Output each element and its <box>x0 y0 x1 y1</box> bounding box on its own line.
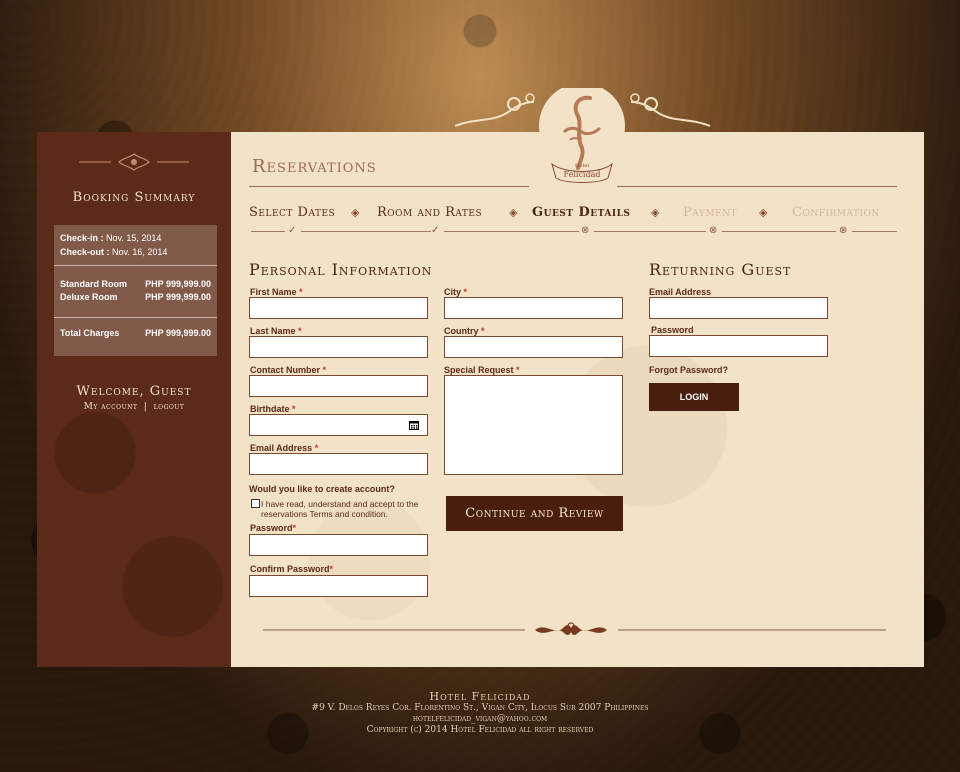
step-rule <box>594 231 706 232</box>
title-rule <box>617 186 897 187</box>
account-links: My account | logout <box>37 402 231 412</box>
login-button[interactable]: LOGIN <box>649 383 739 411</box>
checkout-label: Check-out : <box>60 247 110 257</box>
check-icon: ✓ <box>431 225 440 236</box>
login-password-label: Password <box>651 325 694 335</box>
last-name-label: Last Name * <box>250 326 302 336</box>
checkin-value: Nov. 15, 2014 <box>106 233 162 243</box>
footer-copyright: Copyright (c) 2014 Hotel Felicidad all r… <box>366 725 594 735</box>
progress-steps: Select Dates ◈ Room and Rates ◈ Guest De… <box>249 205 909 241</box>
personal-info-heading: Personal Information <box>249 260 433 279</box>
room-price: PHP 999,999.00 <box>145 292 211 302</box>
bottom-ornament-icon <box>263 622 886 635</box>
total-value: PHP 999,999.00 <box>145 328 211 338</box>
step-separator-icon: ◈ <box>759 206 768 219</box>
last-name-field[interactable] <box>249 336 428 358</box>
step-rule <box>444 231 579 232</box>
ornament-icon <box>79 153 189 171</box>
checkin-row: Check-in : Nov. 15, 2014 <box>60 233 211 243</box>
checkout-row: Check-out : Nov. 16, 2014 <box>60 247 211 257</box>
step-rule <box>852 231 897 232</box>
title-rule <box>249 186 529 187</box>
returning-guest-heading: Returning Guest <box>649 260 792 279</box>
step-separator-icon: ◈ <box>509 206 518 219</box>
password-field[interactable] <box>249 534 428 556</box>
logout-link[interactable]: logout <box>154 402 185 412</box>
step-select-dates[interactable]: Select Dates <box>249 205 335 220</box>
birthdate-label: Birthdate * <box>250 404 296 414</box>
footer-address: #9 V. Delos Reyes Cor. Florentino St., V… <box>311 703 649 713</box>
booking-summary-title: Booking Summary <box>72 190 196 205</box>
booking-sidebar: Booking Summary Check-in : Nov. 15, 2014… <box>37 132 231 667</box>
contact-number-field[interactable] <box>249 375 428 397</box>
confirm-password-label: Confirm Password* <box>250 564 334 574</box>
step-rule <box>251 231 285 232</box>
country-field[interactable] <box>444 336 623 358</box>
hotel-logo: Hotel Felicidad <box>454 88 711 183</box>
email-label: Email Address * <box>250 443 319 453</box>
booking-summary-box: Check-in : Nov. 15, 2014 Check-out : Nov… <box>54 225 217 356</box>
confirm-password-field[interactable] <box>249 575 428 597</box>
city-label: City * <box>444 287 468 297</box>
step-separator-icon: ◈ <box>651 206 660 219</box>
birthdate-field[interactable] <box>249 414 428 436</box>
calendar-icon[interactable] <box>409 420 419 430</box>
room-name: Deluxe Room <box>60 292 118 302</box>
footer-hotel-name: Hotel Felicidad <box>429 690 531 703</box>
my-account-link[interactable]: My account <box>84 402 138 412</box>
first-name-field[interactable] <box>249 297 428 319</box>
room-row: Standard Room PHP 999,999.00 <box>60 279 211 289</box>
divider <box>54 265 217 266</box>
country-label: Country * <box>444 326 485 336</box>
step-room-and-rates[interactable]: Room and Rates <box>377 205 482 220</box>
check-icon: ✓ <box>288 225 297 236</box>
checkout-value: Nov. 16, 2014 <box>112 247 168 257</box>
total-row: Total Charges PHP 999,999.00 <box>60 328 211 338</box>
step-confirmation: Confirmation <box>792 205 880 220</box>
room-price: PHP 999,999.00 <box>145 279 211 289</box>
logo-text-line1: Hotel <box>575 163 589 169</box>
room-row: Deluxe Room PHP 999,999.00 <box>60 292 211 302</box>
step-pending-icon: ⊗ <box>709 225 718 236</box>
password-label: Password* <box>250 523 297 533</box>
login-email-field[interactable] <box>649 297 828 319</box>
footer: Hotel Felicidad #9 V. Delos Reyes Cor. F… <box>0 690 960 736</box>
total-label: Total Charges <box>60 328 120 338</box>
step-rule <box>722 231 836 232</box>
link-divider: | <box>143 402 148 412</box>
checkin-label: Check-in : <box>60 233 104 243</box>
login-email-label: Email Address <box>649 287 712 297</box>
city-field[interactable] <box>444 297 623 319</box>
step-guest-details: Guest Details <box>532 205 631 220</box>
special-request-label: Special Request * <box>444 365 520 375</box>
step-payment: Payment <box>683 205 737 220</box>
welcome-text: Welcome, Guest <box>76 384 192 399</box>
terms-text: I have read, understand and accept to th… <box>261 499 419 519</box>
create-account-question: Would you like to create account? <box>249 484 395 494</box>
step-separator-icon: ◈ <box>351 206 360 219</box>
footer-email[interactable]: hotelfelicidad_vigan@yahoo.com <box>0 714 960 725</box>
contact-number-label: Contact Number * <box>250 365 327 375</box>
forgot-password-link[interactable]: Forgot Password? <box>649 365 728 375</box>
terms-checkbox[interactable] <box>251 499 260 508</box>
login-password-field[interactable] <box>649 335 828 357</box>
room-name: Standard Room <box>60 279 128 289</box>
continue-and-review-button[interactable]: Continue and Review <box>446 496 623 531</box>
email-field[interactable] <box>249 453 428 475</box>
step-pending-icon: ⊗ <box>581 225 590 236</box>
logo-text-line2: Felicidad <box>563 170 600 179</box>
step-rule <box>301 231 431 232</box>
page-title: Reservations <box>252 156 377 177</box>
special-request-field[interactable] <box>444 375 623 475</box>
divider <box>54 317 217 318</box>
first-name-label: First Name * <box>250 287 303 297</box>
step-pending-icon: ⊗ <box>839 225 848 236</box>
